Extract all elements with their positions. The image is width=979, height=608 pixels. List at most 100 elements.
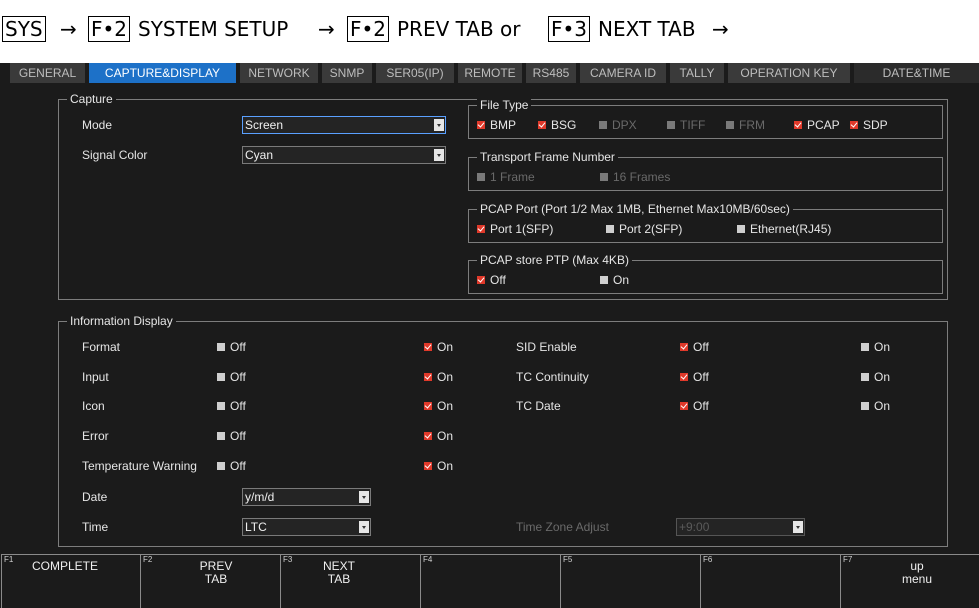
pcap-port-title: PCAP Port (Port 1/2 Max 1MB, Ethernet Ma… bbox=[477, 202, 793, 216]
chevron-down-icon bbox=[359, 491, 369, 503]
time-select[interactable]: LTC bbox=[242, 518, 371, 536]
checkbox-icon bbox=[850, 121, 858, 129]
pcap-port-ethernet[interactable]: Ethernet(RJ45) bbox=[737, 222, 831, 236]
tab-date-time[interactable]: DATE&TIME bbox=[854, 63, 979, 83]
breadcrumb-sys: SYS bbox=[2, 16, 46, 42]
tab-rs485[interactable]: RS485 bbox=[526, 63, 576, 83]
file-type-pcap[interactable]: PCAP bbox=[794, 118, 840, 132]
temperature-warning-label: Temperature Warning bbox=[82, 459, 197, 473]
temperature-warning-off[interactable]: Off bbox=[217, 459, 246, 473]
format-off[interactable]: Off bbox=[217, 340, 246, 354]
time-zone-adjust-select: +9:00 bbox=[676, 518, 805, 536]
error-off[interactable]: Off bbox=[217, 429, 246, 443]
mode-label: Mode bbox=[82, 118, 113, 132]
tc-date-label: TC Date bbox=[516, 399, 561, 413]
tc-date-on[interactable]: On bbox=[861, 399, 890, 413]
error-on[interactable]: On bbox=[424, 429, 453, 443]
checkbox-icon bbox=[667, 121, 675, 129]
sid-enable-label: SID Enable bbox=[516, 340, 577, 354]
file-type-bmp[interactable]: BMP bbox=[477, 118, 516, 132]
tc-continuity-off[interactable]: Off bbox=[680, 370, 709, 384]
system-setup-screen: GENERAL CAPTURE&DISPLAY NETWORK SNMP SER… bbox=[0, 63, 979, 608]
f3-next-tab-button[interactable]: F3 NEXT TAB bbox=[280, 554, 420, 608]
signal-color-select[interactable]: Cyan bbox=[242, 146, 446, 164]
file-type-bsg[interactable]: BSG bbox=[538, 118, 576, 132]
information-display-title: Information Display bbox=[67, 314, 176, 328]
radio-icon bbox=[477, 173, 485, 181]
tc-date-off[interactable]: Off bbox=[680, 399, 709, 413]
radio-icon bbox=[861, 373, 869, 381]
tc-continuity-label: TC Continuity bbox=[516, 370, 589, 384]
transport-frame-1: 1 Frame bbox=[477, 170, 535, 184]
radio-icon bbox=[600, 173, 608, 181]
transport-frame-16: 16 Frames bbox=[600, 170, 670, 184]
radio-icon bbox=[424, 343, 432, 351]
information-display-group: Information Display Format Off On Input … bbox=[58, 314, 948, 547]
f2-prev-tab-button[interactable]: F2 PREV TAB bbox=[140, 554, 280, 608]
checkbox-icon bbox=[477, 121, 485, 129]
chevron-down-icon bbox=[359, 521, 369, 533]
breadcrumb-f3-key: F•3 bbox=[548, 16, 591, 42]
temperature-warning-on[interactable]: On bbox=[424, 459, 453, 473]
pcap-ptp-off[interactable]: Off bbox=[477, 273, 506, 287]
radio-icon bbox=[680, 402, 688, 410]
format-on[interactable]: On bbox=[424, 340, 453, 354]
time-zone-adjust-label: Time Zone Adjust bbox=[516, 520, 609, 534]
pcap-ptp-group: PCAP store PTP (Max 4KB) Off On bbox=[468, 253, 943, 294]
checkbox-icon bbox=[606, 225, 614, 233]
radio-icon bbox=[861, 343, 869, 351]
tab-snmp[interactable]: SNMP bbox=[322, 63, 372, 83]
radio-icon bbox=[477, 276, 485, 284]
tab-remote[interactable]: REMOTE bbox=[458, 63, 522, 83]
tab-general[interactable]: GENERAL bbox=[10, 63, 85, 83]
radio-icon bbox=[217, 432, 225, 440]
tab-ser05-ip[interactable]: SER05(IP) bbox=[376, 63, 454, 83]
icon-on[interactable]: On bbox=[424, 399, 453, 413]
f4-button[interactable]: F4 bbox=[420, 554, 560, 608]
date-format-select[interactable]: y/m/d bbox=[242, 488, 371, 506]
pcap-port-2[interactable]: Port 2(SFP) bbox=[606, 222, 682, 236]
checkbox-icon bbox=[726, 121, 734, 129]
pcap-ptp-on[interactable]: On bbox=[600, 273, 629, 287]
tab-operation-key[interactable]: OPERATION KEY bbox=[728, 63, 850, 83]
breadcrumb-arrow-1: → bbox=[60, 17, 77, 41]
tc-continuity-on[interactable]: On bbox=[861, 370, 890, 384]
capture-group: Capture Mode Screen Signal Color Cyan Fi… bbox=[58, 92, 948, 300]
chevron-down-icon bbox=[793, 521, 803, 533]
radio-icon bbox=[680, 373, 688, 381]
tab-capture-display[interactable]: CAPTURE&DISPLAY bbox=[89, 63, 236, 83]
breadcrumb-prev-tab: PREV TAB or bbox=[397, 17, 521, 41]
radio-icon bbox=[217, 402, 225, 410]
signal-color-label: Signal Color bbox=[82, 148, 148, 162]
f5-button[interactable]: F5 bbox=[560, 554, 700, 608]
tab-network[interactable]: NETWORK bbox=[240, 63, 318, 83]
tab-camera-id[interactable]: CAMERA ID bbox=[580, 63, 666, 83]
mode-value: Screen bbox=[245, 118, 284, 132]
time-label: Time bbox=[82, 520, 109, 534]
pcap-port-1[interactable]: Port 1(SFP) bbox=[477, 222, 553, 236]
breadcrumb-next-tab: NEXT TAB bbox=[598, 17, 696, 41]
date-format-value: y/m/d bbox=[245, 490, 275, 504]
icon-label: Icon bbox=[82, 399, 105, 413]
radio-icon bbox=[217, 373, 225, 381]
radio-icon bbox=[217, 462, 225, 470]
checkbox-icon bbox=[538, 121, 546, 129]
f7-up-menu-button[interactable]: F7 up menu bbox=[840, 554, 979, 608]
mode-select[interactable]: Screen bbox=[242, 116, 446, 134]
f6-button[interactable]: F6 bbox=[700, 554, 840, 608]
sys-key: SYS bbox=[2, 16, 46, 42]
file-type-sdp[interactable]: SDP bbox=[850, 118, 888, 132]
sid-enable-on[interactable]: On bbox=[861, 340, 890, 354]
input-label: Input bbox=[82, 370, 109, 384]
tab-tally[interactable]: TALLY bbox=[670, 63, 724, 83]
f1-complete-button[interactable]: F1 COMPLETE bbox=[1, 554, 140, 608]
signal-color-value: Cyan bbox=[245, 148, 274, 162]
sid-enable-off[interactable]: Off bbox=[680, 340, 709, 354]
file-type-frm: FRM bbox=[726, 118, 765, 132]
input-on[interactable]: On bbox=[424, 370, 453, 384]
format-label: Format bbox=[82, 340, 121, 354]
error-label: Error bbox=[82, 429, 109, 443]
input-off[interactable]: Off bbox=[217, 370, 246, 384]
icon-off[interactable]: Off bbox=[217, 399, 246, 413]
pcap-ptp-title: PCAP store PTP (Max 4KB) bbox=[477, 253, 632, 267]
